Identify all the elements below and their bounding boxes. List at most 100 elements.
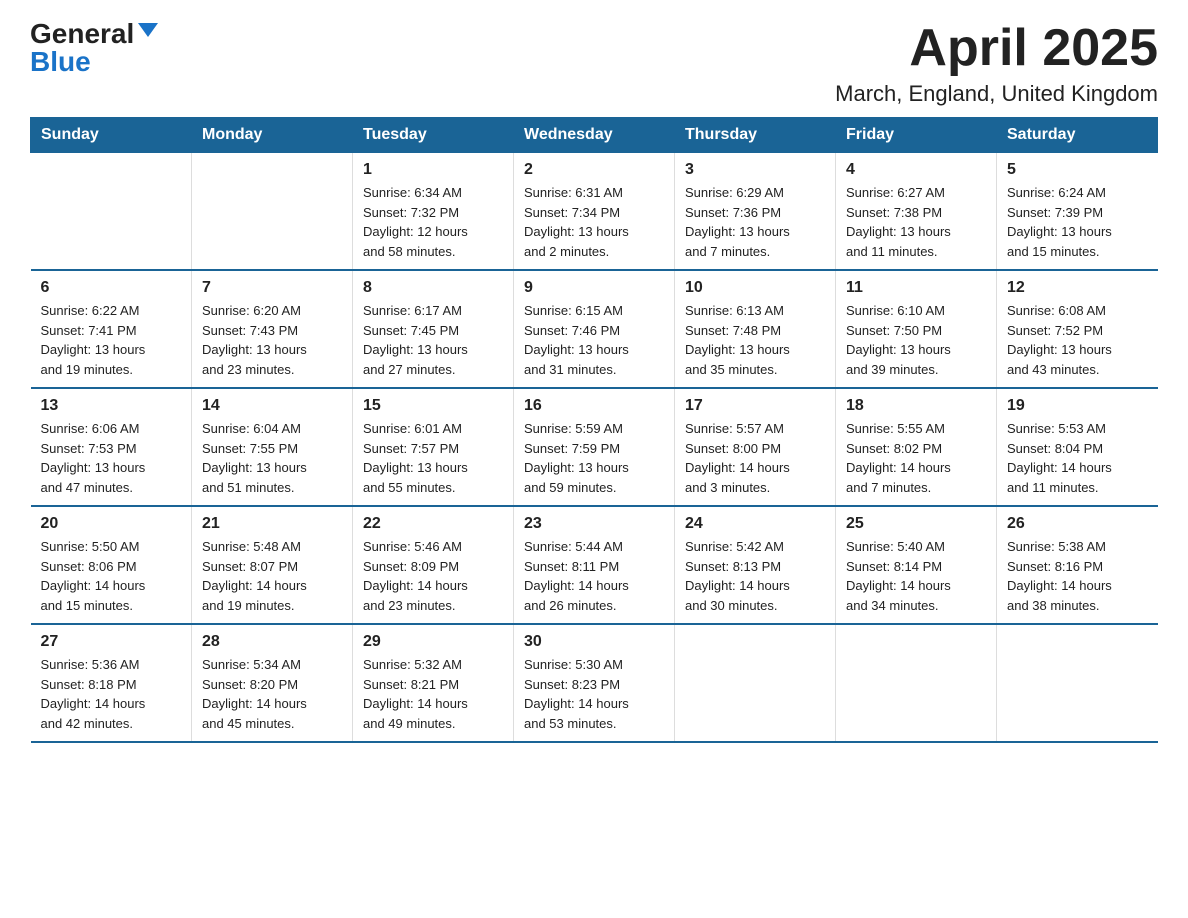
day-number: 4	[846, 161, 986, 179]
month-title: April 2025	[835, 20, 1158, 77]
day-number: 19	[1007, 397, 1148, 415]
calendar-cell: 10 Sunrise: 6:13 AM Sunset: 7:48 PM Dayli…	[675, 270, 836, 388]
day-number: 1	[363, 161, 503, 179]
day-info: Sunrise: 6:31 AM Sunset: 7:34 PM Dayligh…	[524, 183, 664, 261]
calendar-week-row: 6 Sunrise: 6:22 AM Sunset: 7:41 PM Daylig…	[31, 270, 1158, 388]
day-info: Sunrise: 5:57 AM Sunset: 8:00 PM Dayligh…	[685, 419, 825, 497]
day-number: 15	[363, 397, 503, 415]
calendar-cell: 25 Sunrise: 5:40 AM Sunset: 8:14 PM Dayli…	[836, 506, 997, 624]
day-info: Sunrise: 6:34 AM Sunset: 7:32 PM Dayligh…	[363, 183, 503, 261]
day-number: 2	[524, 161, 664, 179]
day-number: 12	[1007, 279, 1148, 297]
day-number: 16	[524, 397, 664, 415]
calendar-cell: 5 Sunrise: 6:24 AM Sunset: 7:39 PM Daylig…	[997, 153, 1158, 271]
day-info: Sunrise: 6:04 AM Sunset: 7:55 PM Dayligh…	[202, 419, 342, 497]
day-info: Sunrise: 6:06 AM Sunset: 7:53 PM Dayligh…	[41, 419, 182, 497]
day-info: Sunrise: 5:34 AM Sunset: 8:20 PM Dayligh…	[202, 655, 342, 733]
day-number: 30	[524, 633, 664, 651]
day-number: 18	[846, 397, 986, 415]
day-info: Sunrise: 5:38 AM Sunset: 8:16 PM Dayligh…	[1007, 537, 1148, 615]
day-number: 28	[202, 633, 342, 651]
weekday-header-monday: Monday	[192, 118, 353, 153]
day-info: Sunrise: 5:46 AM Sunset: 8:09 PM Dayligh…	[363, 537, 503, 615]
calendar-week-row: 20 Sunrise: 5:50 AM Sunset: 8:06 PM Dayli…	[31, 506, 1158, 624]
day-info: Sunrise: 5:48 AM Sunset: 8:07 PM Dayligh…	[202, 537, 342, 615]
day-info: Sunrise: 6:17 AM Sunset: 7:45 PM Dayligh…	[363, 301, 503, 379]
day-number: 14	[202, 397, 342, 415]
logo-general-text: General	[30, 20, 134, 48]
day-number: 22	[363, 515, 503, 533]
day-number: 11	[846, 279, 986, 297]
day-info: Sunrise: 5:40 AM Sunset: 8:14 PM Dayligh…	[846, 537, 986, 615]
location-title: March, England, United Kingdom	[835, 81, 1158, 107]
calendar-cell	[997, 624, 1158, 742]
calendar-cell: 8 Sunrise: 6:17 AM Sunset: 7:45 PM Daylig…	[353, 270, 514, 388]
calendar-week-row: 13 Sunrise: 6:06 AM Sunset: 7:53 PM Dayli…	[31, 388, 1158, 506]
calendar-cell: 18Sunrise: 5:55 AM Sunset: 8:02 PM Dayli…	[836, 388, 997, 506]
calendar-cell: 24Sunrise: 5:42 AM Sunset: 8:13 PM Dayli…	[675, 506, 836, 624]
day-info: Sunrise: 6:29 AM Sunset: 7:36 PM Dayligh…	[685, 183, 825, 261]
calendar-cell: 9 Sunrise: 6:15 AM Sunset: 7:46 PM Daylig…	[514, 270, 675, 388]
day-info: Sunrise: 5:30 AM Sunset: 8:23 PM Dayligh…	[524, 655, 664, 733]
calendar-table: SundayMondayTuesdayWednesdayThursdayFrid…	[30, 117, 1158, 743]
day-info: Sunrise: 6:22 AM Sunset: 7:41 PM Dayligh…	[41, 301, 182, 379]
day-number: 10	[685, 279, 825, 297]
weekday-header-sunday: Sunday	[31, 118, 192, 153]
day-number: 3	[685, 161, 825, 179]
day-info: Sunrise: 6:13 AM Sunset: 7:48 PM Dayligh…	[685, 301, 825, 379]
day-info: Sunrise: 5:44 AM Sunset: 8:11 PM Dayligh…	[524, 537, 664, 615]
calendar-cell: 21 Sunrise: 5:48 AM Sunset: 8:07 PM Dayli…	[192, 506, 353, 624]
calendar-cell: 6 Sunrise: 6:22 AM Sunset: 7:41 PM Daylig…	[31, 270, 192, 388]
day-info: Sunrise: 6:27 AM Sunset: 7:38 PM Dayligh…	[846, 183, 986, 261]
calendar-cell: 27Sunrise: 5:36 AM Sunset: 8:18 PM Dayli…	[31, 624, 192, 742]
calendar-header: SundayMondayTuesdayWednesdayThursdayFrid…	[31, 118, 1158, 153]
day-number: 9	[524, 279, 664, 297]
weekday-header-saturday: Saturday	[997, 118, 1158, 153]
calendar-cell	[192, 153, 353, 271]
calendar-cell: 3 Sunrise: 6:29 AM Sunset: 7:36 PM Daylig…	[675, 153, 836, 271]
calendar-cell: 4 Sunrise: 6:27 AM Sunset: 7:38 PM Daylig…	[836, 153, 997, 271]
day-number: 25	[846, 515, 986, 533]
title-block: April 2025 March, England, United Kingdo…	[835, 20, 1158, 107]
day-info: Sunrise: 6:24 AM Sunset: 7:39 PM Dayligh…	[1007, 183, 1148, 261]
calendar-body: 1 Sunrise: 6:34 AM Sunset: 7:32 PM Daylig…	[31, 153, 1158, 743]
day-number: 20	[41, 515, 182, 533]
day-info: Sunrise: 6:01 AM Sunset: 7:57 PM Dayligh…	[363, 419, 503, 497]
day-info: Sunrise: 5:59 AM Sunset: 7:59 PM Dayligh…	[524, 419, 664, 497]
calendar-cell: 15 Sunrise: 6:01 AM Sunset: 7:57 PM Dayli…	[353, 388, 514, 506]
calendar-cell: 12 Sunrise: 6:08 AM Sunset: 7:52 PM Dayli…	[997, 270, 1158, 388]
day-number: 26	[1007, 515, 1148, 533]
day-info: Sunrise: 5:32 AM Sunset: 8:21 PM Dayligh…	[363, 655, 503, 733]
calendar-cell: 2 Sunrise: 6:31 AM Sunset: 7:34 PM Daylig…	[514, 153, 675, 271]
calendar-cell	[675, 624, 836, 742]
day-number: 27	[41, 633, 182, 651]
day-number: 17	[685, 397, 825, 415]
day-number: 21	[202, 515, 342, 533]
calendar-cell: 19 Sunrise: 5:53 AM Sunset: 8:04 PM Dayli…	[997, 388, 1158, 506]
day-number: 8	[363, 279, 503, 297]
day-number: 5	[1007, 161, 1148, 179]
page-header: General Blue April 2025 March, England, …	[30, 20, 1158, 107]
calendar-cell	[836, 624, 997, 742]
weekday-header-thursday: Thursday	[675, 118, 836, 153]
weekday-header-tuesday: Tuesday	[353, 118, 514, 153]
day-info: Sunrise: 6:15 AM Sunset: 7:46 PM Dayligh…	[524, 301, 664, 379]
day-info: Sunrise: 6:08 AM Sunset: 7:52 PM Dayligh…	[1007, 301, 1148, 379]
day-info: Sunrise: 5:53 AM Sunset: 8:04 PM Dayligh…	[1007, 419, 1148, 497]
day-number: 6	[41, 279, 182, 297]
calendar-cell: 22 Sunrise: 5:46 AM Sunset: 8:09 PM Dayli…	[353, 506, 514, 624]
calendar-cell: 13 Sunrise: 6:06 AM Sunset: 7:53 PM Dayli…	[31, 388, 192, 506]
calendar-cell: 26 Sunrise: 5:38 AM Sunset: 8:16 PM Dayli…	[997, 506, 1158, 624]
weekday-header-wednesday: Wednesday	[514, 118, 675, 153]
day-number: 7	[202, 279, 342, 297]
day-number: 24	[685, 515, 825, 533]
calendar-cell: 23 Sunrise: 5:44 AM Sunset: 8:11 PM Dayli…	[514, 506, 675, 624]
calendar-week-row: 1 Sunrise: 6:34 AM Sunset: 7:32 PM Daylig…	[31, 153, 1158, 271]
day-number: 13	[41, 397, 182, 415]
day-info: Sunrise: 6:20 AM Sunset: 7:43 PM Dayligh…	[202, 301, 342, 379]
day-number: 23	[524, 515, 664, 533]
logo-arrow-icon	[138, 23, 158, 37]
logo-blue-text: Blue	[30, 48, 91, 76]
calendar-cell: 30 Sunrise: 5:30 AM Sunset: 8:23 PM Dayli…	[514, 624, 675, 742]
day-info: Sunrise: 5:50 AM Sunset: 8:06 PM Dayligh…	[41, 537, 182, 615]
